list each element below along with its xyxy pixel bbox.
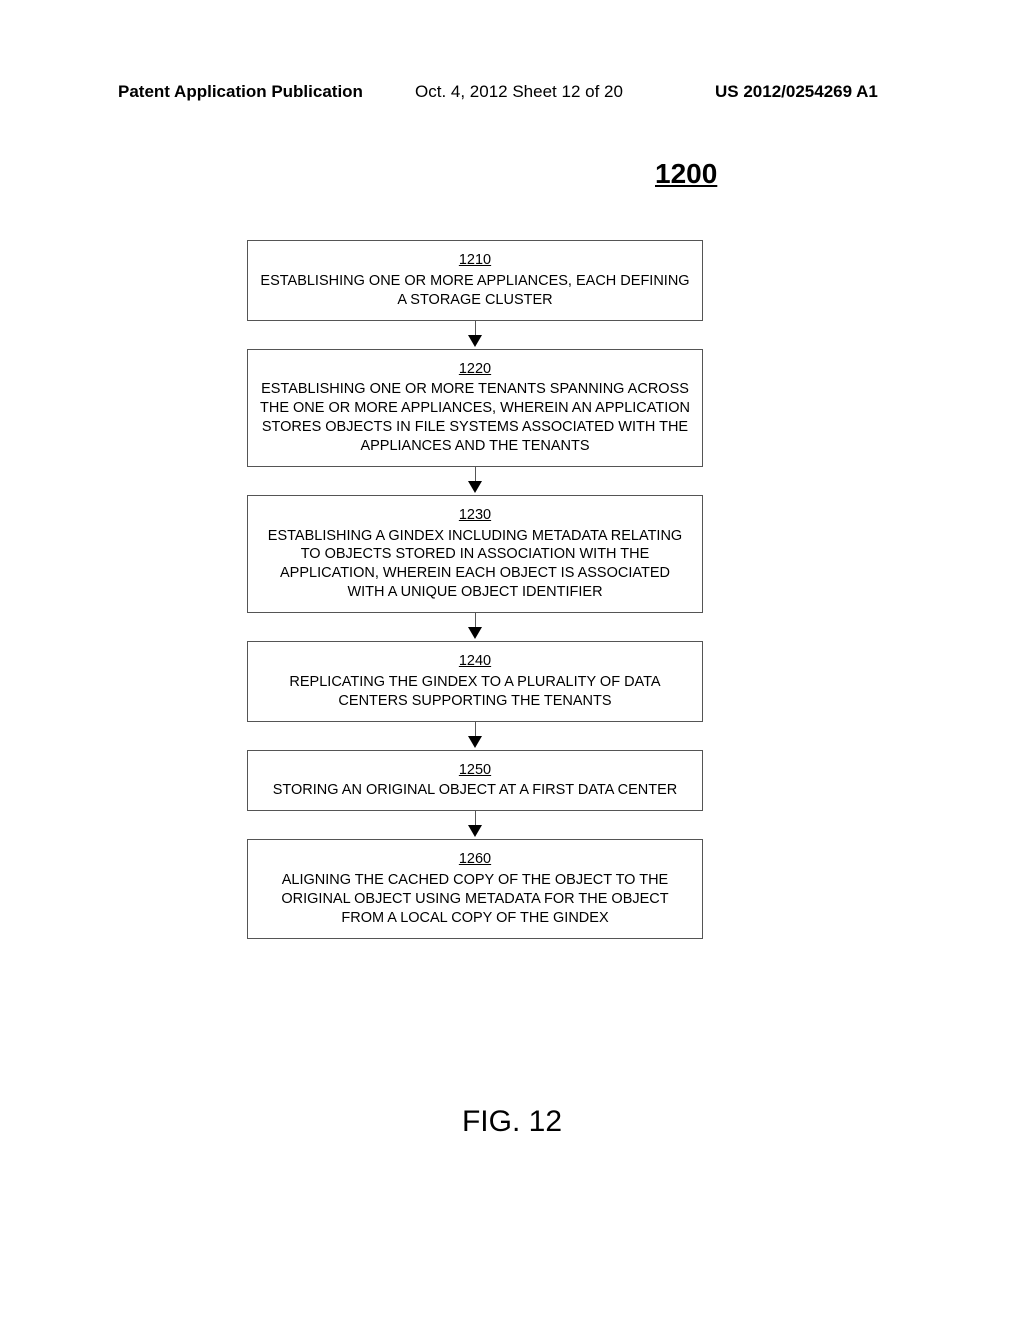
arrow-down-icon [468,811,482,839]
flow-box-1260: 1260 ALIGNING THE CACHED COPY OF THE OBJ… [247,839,703,938]
header-left: Patent Application Publication [118,82,363,102]
flow-box-1250: 1250 STORING AN ORIGINAL OBJECT AT A FIR… [247,750,703,812]
flow-ref: 1250 [260,761,690,780]
flow-ref: 1210 [260,251,690,270]
arrow-down-icon [468,613,482,641]
flow-text: ESTABLISHING ONE OR MORE TENANTS SPANNIN… [260,381,690,454]
flow-text: ALIGNING THE CACHED COPY OF THE OBJECT T… [281,872,668,926]
flow-text: STORING AN ORIGINAL OBJECT AT A FIRST DA… [273,782,677,798]
arrow-down-icon [468,722,482,750]
header-center: Oct. 4, 2012 Sheet 12 of 20 [415,82,623,102]
flow-box-1240: 1240 REPLICATING THE GINDEX TO A PLURALI… [247,641,703,722]
arrow-down-icon [468,321,482,349]
figure-number: 1200 [655,158,717,190]
flow-box-1230: 1230 ESTABLISHING A GINDEX INCLUDING MET… [247,495,703,613]
flow-ref: 1260 [260,850,690,869]
flow-box-1210: 1210 ESTABLISHING ONE OR MORE APPLIANCES… [247,240,703,321]
figure-label: FIG. 12 [0,1105,1024,1139]
arrow-down-icon [468,467,482,495]
header-right: US 2012/0254269 A1 [715,82,878,102]
flowchart: 1210 ESTABLISHING ONE OR MORE APPLIANCES… [255,240,695,939]
flow-text: ESTABLISHING ONE OR MORE APPLIANCES, EAC… [260,273,689,308]
flow-ref: 1230 [260,506,690,525]
flow-text: ESTABLISHING A GINDEX INCLUDING METADATA… [268,528,682,601]
flow-ref: 1240 [260,652,690,671]
flow-box-1220: 1220 ESTABLISHING ONE OR MORE TENANTS SP… [247,349,703,467]
flow-ref: 1220 [260,360,690,379]
flow-text: REPLICATING THE GINDEX TO A PLURALITY OF… [289,674,660,709]
